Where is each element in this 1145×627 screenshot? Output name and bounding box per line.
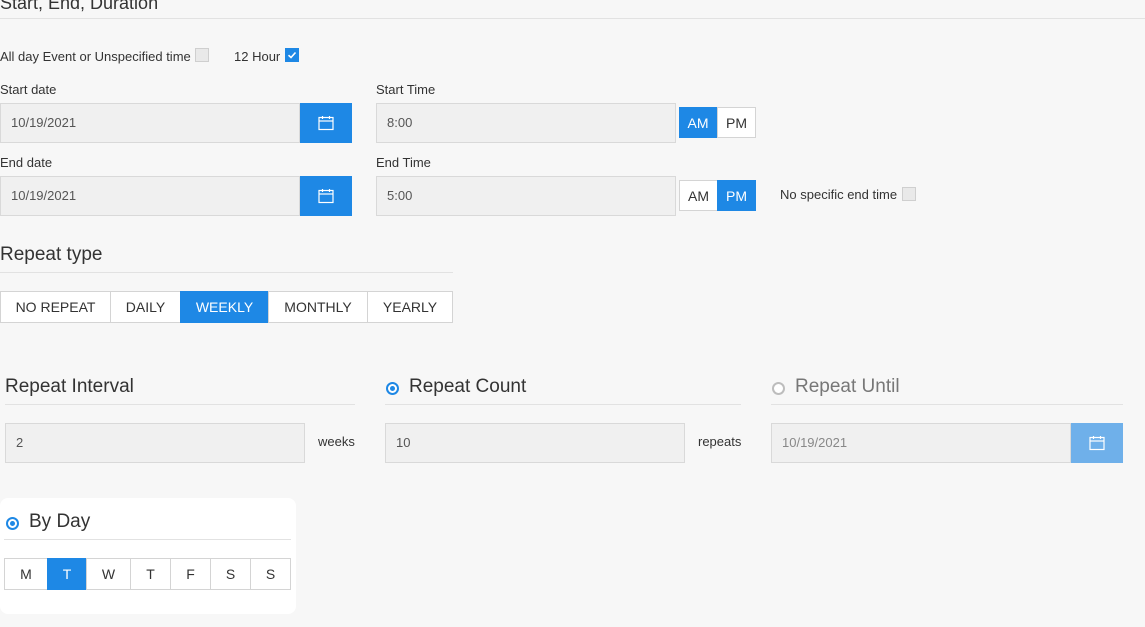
no-end-time-label: No specific end time [780,187,898,202]
end-time-label: End Time [376,155,431,170]
twelve-hour-checkbox[interactable] [285,48,299,62]
by-day-radio[interactable] [6,517,19,530]
twelve-hour-label: 12 Hour [234,49,281,64]
repeat-interval-input[interactable]: 2 [5,423,305,463]
calendar-icon [1089,436,1105,451]
day-monday-button[interactable]: M [4,558,48,590]
end-date-calendar-button[interactable] [300,176,352,216]
by-day-divider [4,539,291,540]
end-time-am-button[interactable]: AM [679,180,718,211]
repeat-until-title: Repeat Until [795,376,900,397]
end-time-input[interactable]: 5:00 [376,176,676,216]
start-time-input[interactable]: 8:00 [376,103,676,143]
repeat-interval-divider [5,404,355,405]
start-time-am-button[interactable]: AM [679,107,717,138]
by-day-card: By Day M T W T F S S [0,498,296,614]
day-sunday-button[interactable]: S [250,558,291,590]
end-date-input[interactable]: 10/19/2021 [0,176,300,216]
by-day-title: By Day [29,511,91,532]
repeat-type-title: Repeat type [0,244,103,265]
repeat-interval-unit: weeks [318,434,355,449]
start-date-input[interactable]: 10/19/2021 [0,103,300,143]
calendar-icon [318,189,334,204]
section-title: Start, End, Duration [0,0,159,13]
all-day-checkbox[interactable] [195,48,209,62]
start-date-calendar-button[interactable] [300,103,352,143]
repeat-no-repeat-button[interactable]: NO REPEAT [0,291,111,323]
repeat-monthly-button[interactable]: MONTHLY [268,291,368,323]
repeat-type-divider [0,272,453,273]
check-icon [287,51,297,59]
day-saturday-button[interactable]: S [210,558,251,590]
repeat-count-divider [385,404,741,405]
end-time-pm-button[interactable]: PM [717,180,756,211]
day-friday-button[interactable]: F [170,558,211,590]
repeat-count-unit: repeats [698,434,742,449]
all-day-label: All day Event or Unspecified time [0,49,191,64]
day-thursday-button[interactable]: T [130,558,171,590]
start-date-label: Start date [0,82,57,97]
end-date-label: End date [0,155,53,170]
repeat-daily-button[interactable]: DAILY [110,291,181,323]
day-wednesday-button[interactable]: W [86,558,131,590]
repeat-until-input[interactable]: 10/19/2021 [771,423,1071,463]
repeat-count-input[interactable]: 10 [385,423,685,463]
start-time-pm-button[interactable]: PM [717,107,756,138]
start-time-label: Start Time [376,82,436,97]
repeat-until-radio[interactable] [772,382,785,395]
repeat-weekly-button[interactable]: WEEKLY [180,291,269,323]
repeat-interval-title: Repeat Interval [5,376,134,397]
repeat-yearly-button[interactable]: YEARLY [367,291,453,323]
repeat-count-radio[interactable] [386,382,399,395]
repeat-until-divider [771,404,1123,405]
section-divider [0,18,1145,19]
repeat-until-calendar-button[interactable] [1071,423,1123,463]
day-tuesday-button[interactable]: T [47,558,87,590]
repeat-count-title: Repeat Count [409,376,527,397]
calendar-icon [318,116,334,131]
no-end-time-checkbox[interactable] [902,187,916,201]
